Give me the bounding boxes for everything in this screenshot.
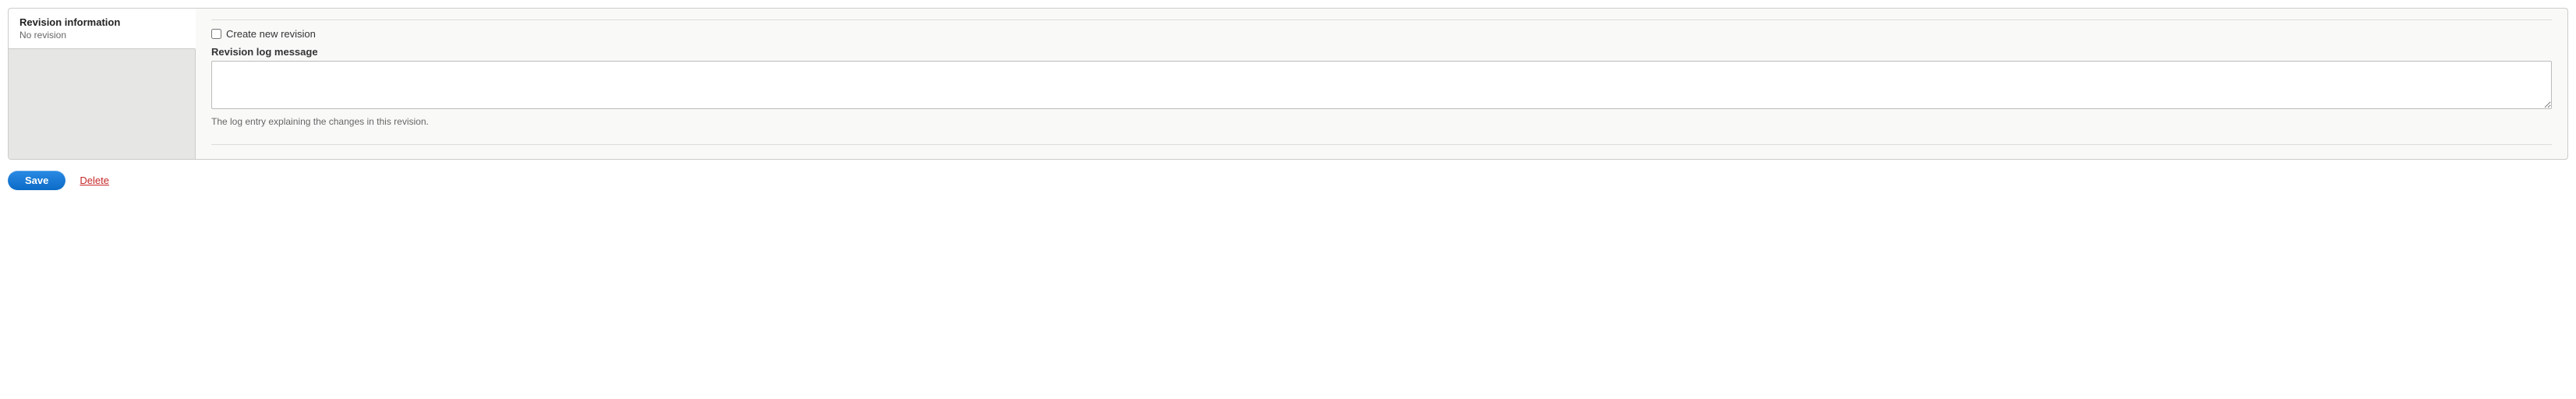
revision-log-label: Revision log message	[211, 46, 2552, 58]
revision-log-description: The log entry explaining the changes in …	[211, 116, 2552, 127]
pane-inner: Create new revision Revision log message…	[211, 19, 2552, 145]
tab-title: Revision information	[19, 16, 184, 28]
form-actions: Save Delete	[8, 171, 2568, 190]
revision-log-textarea[interactable]	[211, 61, 2552, 109]
create-new-revision-checkbox[interactable]	[211, 29, 221, 39]
tab-revision-information[interactable]: Revision information No revision	[9, 9, 196, 49]
create-new-revision-row: Create new revision	[211, 28, 2552, 40]
save-button[interactable]: Save	[8, 171, 65, 190]
create-new-revision-label[interactable]: Create new revision	[226, 28, 316, 40]
vertical-tabs-list: Revision information No revision	[9, 9, 196, 159]
tab-pane-revision: Create new revision Revision log message…	[196, 9, 2567, 159]
revision-log-row: Revision log message The log entry expla…	[211, 46, 2552, 127]
delete-link[interactable]: Delete	[80, 175, 109, 186]
vertical-tabs: Revision information No revision Create …	[8, 8, 2568, 160]
tab-summary: No revision	[19, 30, 184, 41]
